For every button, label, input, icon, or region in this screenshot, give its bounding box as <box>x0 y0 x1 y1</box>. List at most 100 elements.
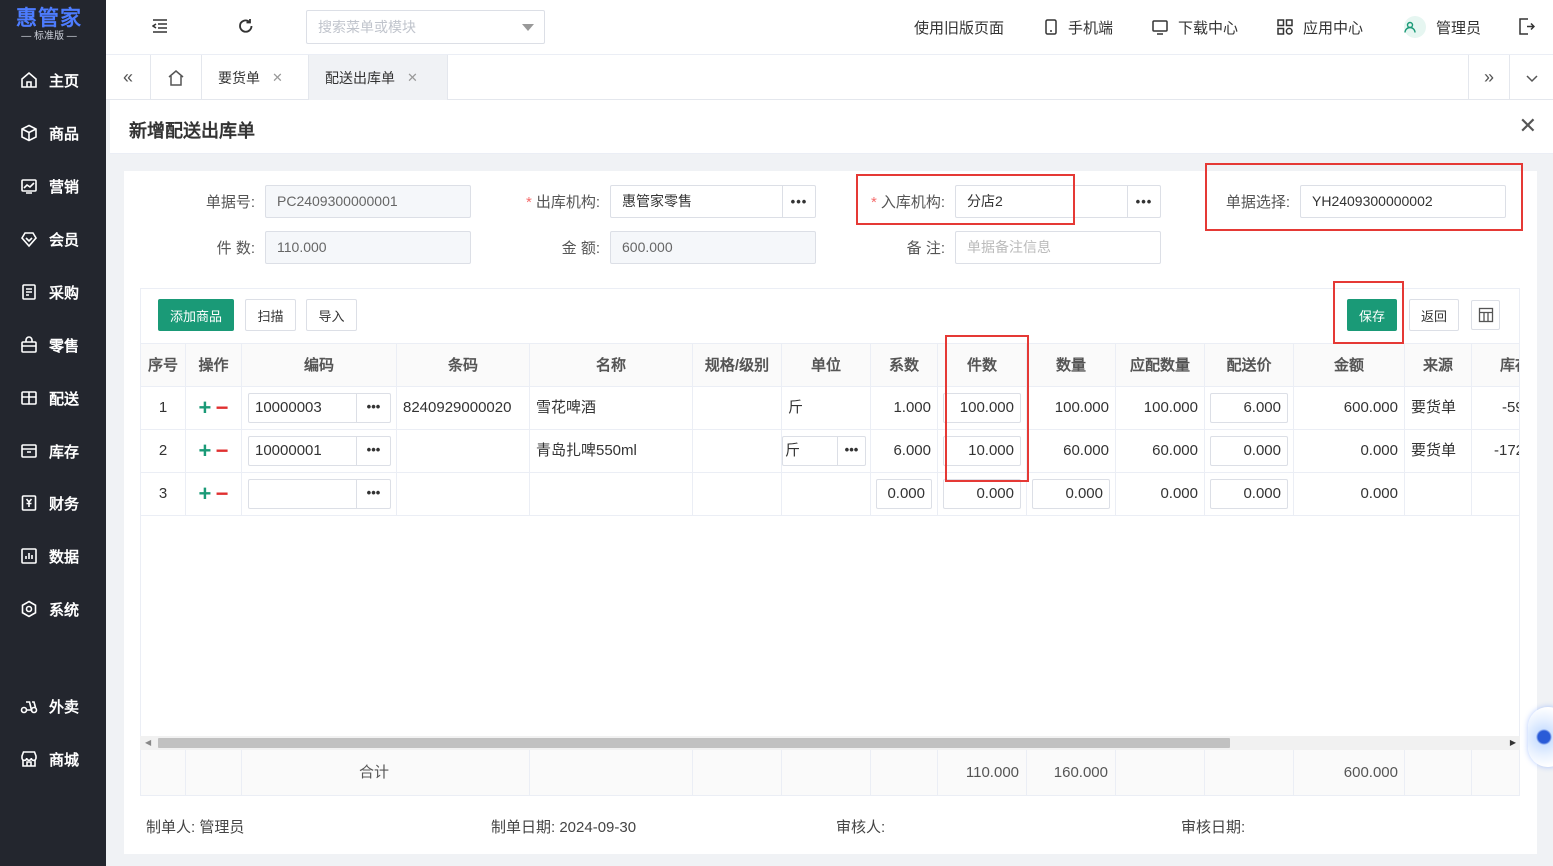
menu-fold-icon[interactable] <box>151 18 168 37</box>
scrollbar-thumb[interactable] <box>158 738 1230 748</box>
out-org-field[interactable]: 惠管家零售 ••• <box>610 185 816 218</box>
gear-icon <box>20 600 38 618</box>
plus-icon[interactable]: + <box>199 395 212 420</box>
horizontal-scrollbar[interactable]: ◀ ▶ <box>140 736 1520 750</box>
more-icon[interactable]: ••• <box>782 186 815 217</box>
app-center-link[interactable]: 应用中心 <box>1277 0 1363 54</box>
column-header: 应配数量 <box>1116 344 1205 387</box>
price-input[interactable]: 0.000 <box>1210 436 1288 466</box>
create-date-value: 2024-09-30 <box>559 819 637 836</box>
sidebar-item-members[interactable]: 会员 <box>0 219 106 259</box>
sidebar-item-marketing[interactable]: 营销 <box>0 166 106 206</box>
sidebar-item-label: 外卖 <box>49 698 80 716</box>
pieces-input[interactable]: 0.000 <box>943 479 1021 509</box>
sidebar-item-label: 营销 <box>49 178 80 196</box>
unit-input[interactable]: 斤 ••• <box>782 436 866 466</box>
sidebar-item-retail[interactable]: 零售 <box>0 325 106 365</box>
remark-label: 备 注: <box>906 240 945 257</box>
in-org-field[interactable]: 分店2 ••• <box>955 185 1161 218</box>
mobile-link[interactable]: 手机端 <box>1044 0 1113 54</box>
sidebar-item-goods[interactable]: 商品 <box>0 113 106 153</box>
doc-select-field[interactable]: YH2409300000002 <box>1300 185 1506 218</box>
create-date-label: 制单日期: <box>491 819 556 836</box>
sidebar-item-inventory[interactable]: 库存 <box>0 431 106 471</box>
remark-input[interactable]: 单据备注信息 <box>955 231 1161 264</box>
plus-icon[interactable]: + <box>199 438 212 463</box>
sidebar-item-label: 零售 <box>49 337 80 355</box>
user-name: 管理员 <box>1436 19 1482 37</box>
sidebar-item-mall[interactable]: 商城 <box>0 739 106 779</box>
download-label: 下载中心 <box>1178 19 1239 37</box>
minus-icon[interactable]: − <box>216 438 229 463</box>
pieces-cell: 0.000 <box>938 473 1027 516</box>
qty-input[interactable]: 0.000 <box>1032 479 1110 509</box>
scan-button[interactable]: 扫描 <box>245 299 296 331</box>
more-icon[interactable]: ••• <box>356 394 390 422</box>
sidebar-item-takeout[interactable]: 外卖 <box>0 686 106 726</box>
sidebar-item-system[interactable]: 系统 <box>0 589 106 629</box>
import-button[interactable]: 导入 <box>306 299 357 331</box>
diamond-icon <box>20 230 38 248</box>
sidebar-item-purchase[interactable]: 采购 <box>0 272 106 312</box>
save-button[interactable]: 保存 <box>1347 299 1397 331</box>
column-header: 条码 <box>397 344 530 387</box>
top-header: 搜索菜单或模块 使用旧版页面 手机端 下载中心 应用中心 管理员 <box>106 0 1553 54</box>
minus-icon[interactable]: − <box>216 395 229 420</box>
tabs-scroll-left[interactable]: « <box>106 55 150 100</box>
menu-search-select[interactable]: 搜索菜单或模块 <box>306 10 545 44</box>
pieces-cell: 10.000 <box>938 430 1027 473</box>
code-cell: ••• <box>242 473 397 516</box>
scroll-right-arrow-icon[interactable]: ▶ <box>1510 738 1516 747</box>
user-menu[interactable]: 管理员 <box>1404 0 1481 54</box>
tab-label: 要货单 <box>218 69 260 86</box>
code-input[interactable]: ••• <box>248 479 391 509</box>
chart-icon <box>20 177 38 195</box>
amount-label: 金 额: <box>561 240 600 257</box>
sidebar-item-delivery[interactable]: 配送 <box>0 378 106 418</box>
plus-icon[interactable]: + <box>199 481 212 506</box>
code-input[interactable]: 10000003 ••• <box>248 393 391 423</box>
code-input[interactable]: 10000001 ••• <box>248 436 391 466</box>
download-center-link[interactable]: 下载中心 <box>1152 0 1238 54</box>
factor-input[interactable]: 0.000 <box>876 479 932 509</box>
source-cell: 要货单 <box>1405 430 1472 473</box>
back-button[interactable]: 返回 <box>1409 299 1459 331</box>
pieces-input[interactable]: 100.000 <box>943 393 1021 423</box>
tab-requisition[interactable]: 要货单 ✕ <box>202 55 308 100</box>
name-cell: 青岛扎啤550ml <box>530 430 693 473</box>
source-cell: 要货单 <box>1405 387 1472 430</box>
minus-icon[interactable]: − <box>216 481 229 506</box>
more-icon[interactable]: ••• <box>837 437 865 465</box>
tab-delivery-out[interactable]: 配送出库单 ✕ <box>309 55 447 100</box>
close-icon[interactable]: ✕ <box>272 70 283 86</box>
close-icon[interactable]: ✕ <box>1519 113 1537 139</box>
tabs-dropdown[interactable] <box>1510 55 1553 100</box>
tabs-scroll-right[interactable]: » <box>1469 55 1509 100</box>
spec-cell <box>693 430 782 473</box>
close-icon[interactable]: ✕ <box>407 70 418 86</box>
sidebar-item-label: 采购 <box>49 284 80 302</box>
barcode-cell: 8240929000020 <box>397 387 530 430</box>
tab-home[interactable] <box>151 55 201 100</box>
column-settings-button[interactable] <box>1471 300 1500 330</box>
code-cell: 10000001 ••• <box>242 430 397 473</box>
refresh-icon[interactable] <box>238 18 254 37</box>
old-page-link[interactable]: 使用旧版页面 <box>914 0 1004 54</box>
sidebar-item-home[interactable]: 主页 <box>0 60 106 100</box>
price-input[interactable]: 6.000 <box>1210 393 1288 423</box>
price-input[interactable]: 0.000 <box>1210 479 1288 509</box>
unit-cell <box>782 473 871 516</box>
mobile-label: 手机端 <box>1068 19 1114 37</box>
scroll-left-arrow-icon[interactable]: ◀ <box>145 738 151 747</box>
sidebar-item-finance[interactable]: 财务 <box>0 483 106 523</box>
pieces-input[interactable]: 10.000 <box>943 436 1021 466</box>
more-icon[interactable]: ••• <box>356 480 390 508</box>
sidebar-item-data[interactable]: 数据 <box>0 536 106 576</box>
assistant-bubble-icon[interactable] <box>1528 707 1553 767</box>
more-icon[interactable]: ••• <box>356 437 390 465</box>
more-icon[interactable]: ••• <box>1127 186 1160 217</box>
logo-text: 惠管家 <box>16 7 82 30</box>
logout-icon[interactable] <box>1518 18 1536 38</box>
app-logo[interactable]: 惠管家 — 标准版 — <box>0 0 106 52</box>
add-goods-button[interactable]: 添加商品 <box>158 299 234 331</box>
